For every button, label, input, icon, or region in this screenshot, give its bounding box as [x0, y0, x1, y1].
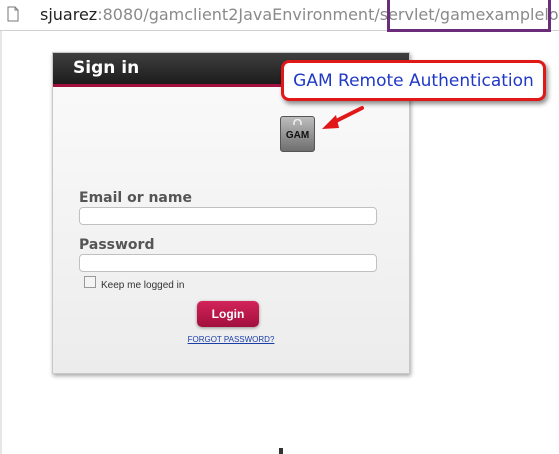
forgot-password-link[interactable]: FORGOT PASSWORD? [53, 335, 409, 344]
page-marker [279, 448, 283, 454]
password-field[interactable] [79, 254, 377, 272]
callout-text: GAM Remote Authentication [293, 71, 534, 91]
login-button[interactable]: Login [197, 301, 259, 327]
window-left-edge [0, 31, 2, 454]
gam-icon[interactable]: GAM [280, 116, 315, 152]
email-field[interactable] [79, 207, 377, 225]
password-label: Password [79, 237, 155, 253]
panel-title: Sign in [73, 58, 140, 78]
callout-box: GAM Remote Authentication [281, 60, 546, 101]
gam-icon-label: GAM [285, 130, 310, 141]
email-label: Email or name [79, 190, 192, 206]
keep-logged-label: Keep me logged in [101, 280, 185, 291]
keep-logged-checkbox[interactable] [84, 276, 96, 288]
page-icon [7, 6, 19, 22]
url-host: sjuarez [40, 5, 98, 24]
url-highlight-box [387, 0, 551, 32]
arrow-icon [322, 106, 364, 129]
